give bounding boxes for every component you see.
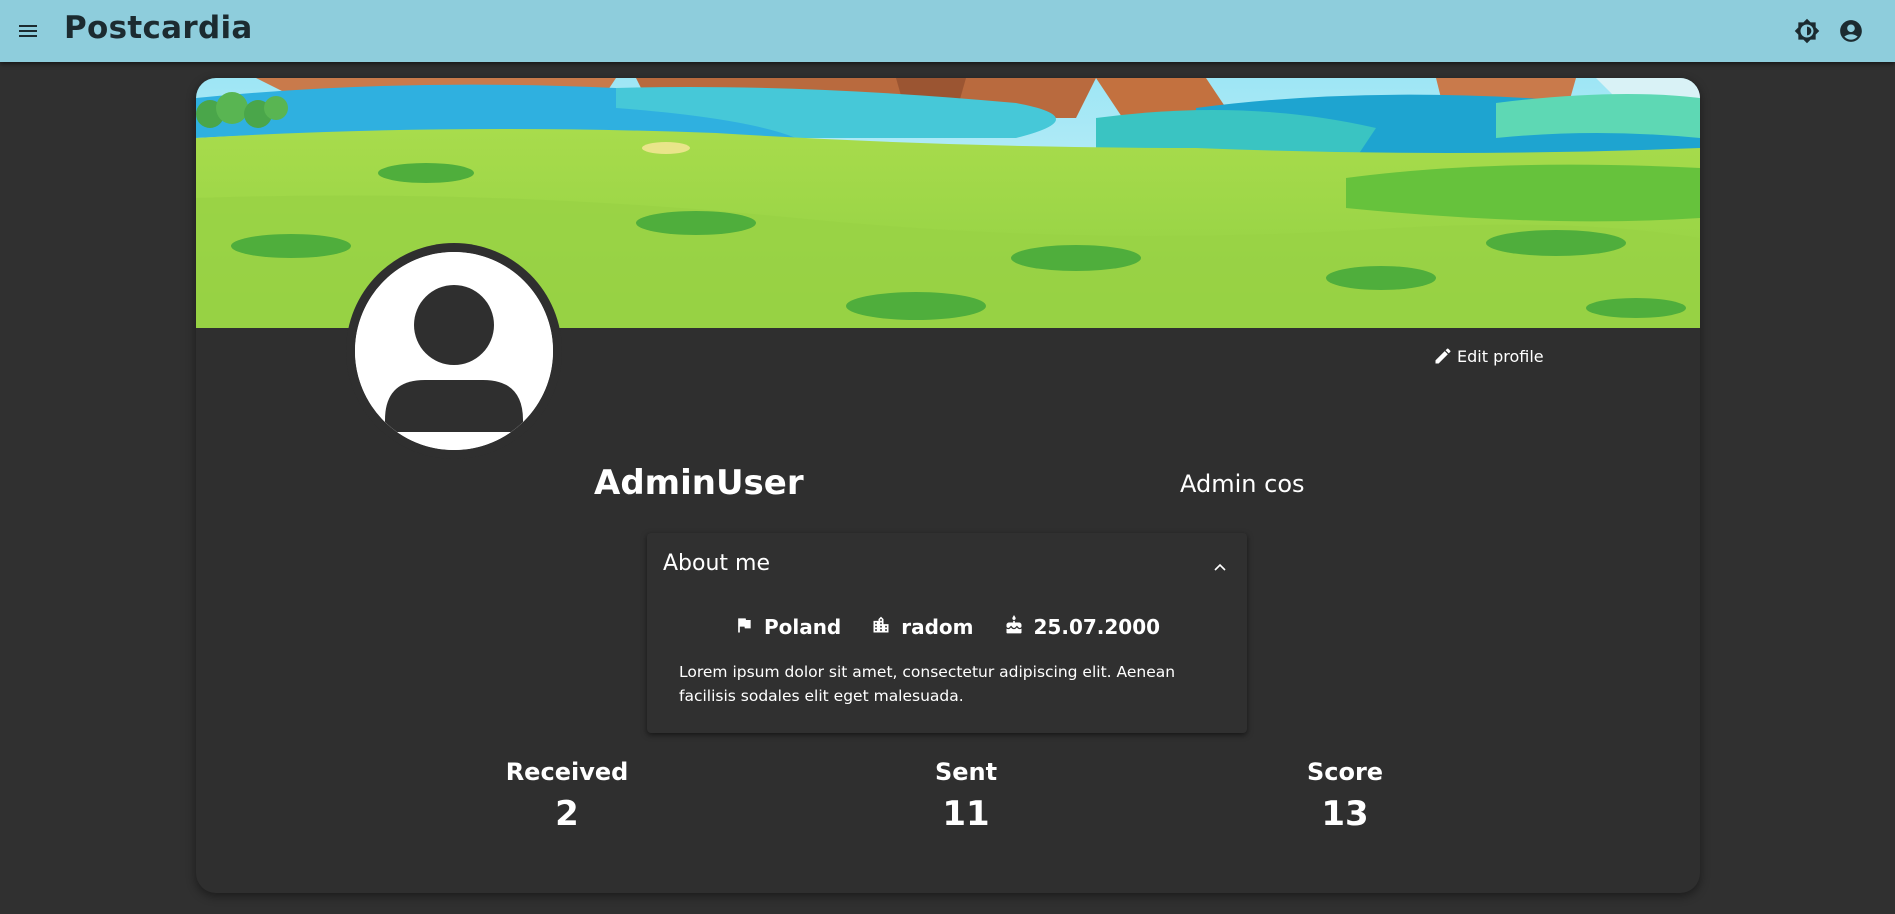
bio-text: Lorem ipsum dolor sit amet, consectetur … [679, 663, 1176, 705]
top-app-bar: Postcardia [0, 0, 1895, 62]
app-title[interactable]: Postcardia [64, 10, 253, 46]
edit-profile-button[interactable]: Edit profile [1433, 342, 1544, 370]
person-icon [355, 252, 553, 450]
about-me-header[interactable]: About me [663, 551, 770, 576]
stat-label: Sent [934, 758, 998, 786]
chevron-up-icon[interactable] [1213, 559, 1227, 573]
city: radom [901, 615, 974, 639]
stat-sent: Sent 11 [866, 758, 1066, 834]
pencil-icon [1435, 348, 1451, 364]
stat-score: Score 13 [1245, 758, 1445, 834]
stat-value: 2 [555, 794, 579, 834]
user-role: Admin cos [1180, 470, 1305, 498]
avatar [346, 243, 562, 459]
stat-label: Received [505, 758, 629, 786]
stat-received: Received 2 [467, 758, 667, 834]
stat-label: Score [1306, 758, 1384, 786]
username: AdminUser [594, 463, 804, 503]
avatar-image [355, 252, 553, 450]
profile-card: Edit profile AdminUser Admin cos About m… [196, 78, 1700, 893]
country: Poland [763, 615, 842, 639]
about-me-details: Poland radom 25.07.2000 [647, 613, 1247, 641]
brightness-icon[interactable] [1794, 18, 1820, 44]
account-circle-icon[interactable] [1838, 18, 1864, 44]
about-me-panel: About me Poland radom 25.07.2000 Lorem i… [647, 533, 1247, 733]
cake-icon [1004, 614, 1024, 640]
birthday: 25.07.2000 [1033, 615, 1161, 639]
stat-value: 11 [942, 794, 990, 834]
edit-profile-label: Edit profile [1457, 346, 1544, 366]
flag-icon [734, 615, 754, 640]
hamburger-menu-icon[interactable] [16, 19, 40, 43]
stat-value: 13 [1321, 794, 1369, 834]
city-icon [871, 615, 891, 640]
